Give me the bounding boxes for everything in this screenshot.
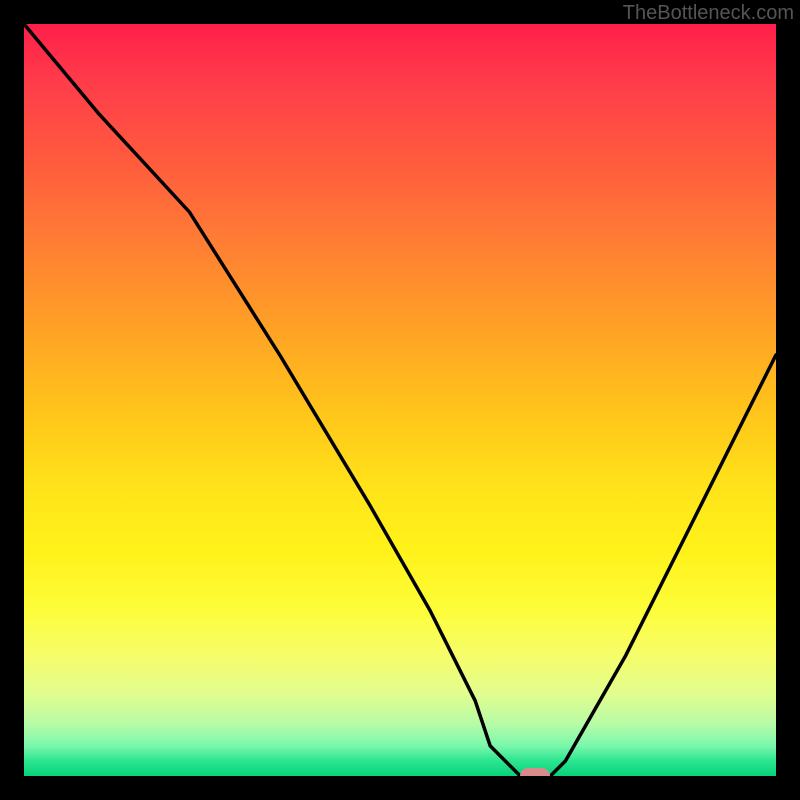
watermark-text: TheBottleneck.com xyxy=(623,2,794,25)
curve-path xyxy=(24,24,776,776)
curve-svg xyxy=(24,24,776,776)
plot-area xyxy=(24,24,776,776)
minimum-marker xyxy=(520,768,550,776)
